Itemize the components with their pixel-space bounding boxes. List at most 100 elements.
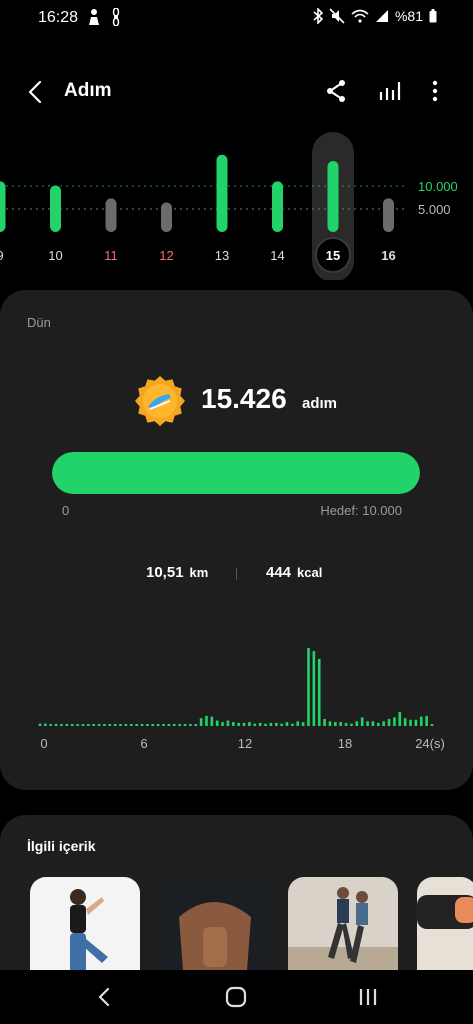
hour-bar — [237, 722, 240, 726]
day-label-10[interactable]: 10 — [48, 248, 62, 263]
day-label-16[interactable]: 16 — [381, 248, 395, 263]
hour-bar — [113, 724, 117, 726]
day-bar-13[interactable] — [216, 154, 228, 232]
hour-bar — [258, 722, 262, 726]
hour-bar — [178, 724, 181, 726]
hour-bar — [425, 715, 428, 726]
hour-bar — [60, 724, 63, 726]
nav-back-icon[interactable] — [92, 984, 118, 1010]
hour-bar — [344, 722, 348, 726]
hour-bar — [183, 724, 187, 726]
day-label-9[interactable]: 9 — [0, 248, 4, 263]
hour-bar — [387, 718, 391, 726]
hour-bar — [129, 724, 133, 726]
goal-axis-label: 10.000 — [418, 179, 458, 194]
hour-bar — [221, 722, 224, 726]
hour-bar — [398, 711, 402, 726]
hour-bar — [430, 724, 434, 726]
hour-bar — [172, 724, 176, 726]
nav-home-icon[interactable] — [223, 984, 249, 1010]
day-bar-9[interactable] — [0, 181, 6, 232]
hour-bar — [317, 658, 321, 726]
hour-axis-label: 0 — [40, 736, 47, 751]
goal-progress-bar — [52, 452, 420, 494]
hour-bar — [108, 724, 112, 726]
hour-bar — [124, 724, 128, 726]
hour-bar — [70, 724, 74, 726]
day-bar-12[interactable] — [161, 202, 172, 232]
hour-bar — [167, 724, 171, 726]
day-bar-15[interactable] — [327, 161, 339, 232]
hour-bar — [87, 724, 90, 726]
person-icon — [89, 9, 99, 25]
battery-percent: %81 — [394, 8, 423, 24]
day-label-12[interactable]: 12 — [159, 248, 173, 263]
hour-bar — [312, 651, 316, 726]
hour-bar — [296, 721, 300, 726]
day-bar-11[interactable] — [105, 198, 117, 232]
distance-metric: 10,51 km — [146, 564, 208, 581]
half-goal-axis-label: 5.000 — [418, 202, 451, 217]
hour-axis-label: 12 — [238, 736, 252, 751]
hour-bar — [339, 722, 343, 726]
battery-icon — [429, 9, 437, 23]
metric-divider — [236, 568, 237, 580]
hour-bar — [334, 722, 337, 726]
fan-icon — [112, 8, 120, 26]
day-label-14[interactable]: 14 — [270, 248, 284, 263]
hour-bar — [92, 724, 95, 726]
more-icon[interactable] — [426, 78, 444, 104]
day-bar-10[interactable] — [50, 185, 61, 232]
hour-axis-label: 24(s) — [415, 736, 445, 751]
distance-unit: km — [189, 565, 209, 580]
hour-bar — [291, 723, 294, 726]
share-icon[interactable] — [324, 78, 348, 104]
status-time: 16:28 — [38, 9, 79, 26]
stats-icon[interactable] — [378, 78, 402, 104]
hour-bar — [189, 724, 192, 726]
weekly-steps-chart[interactable]: 10.000 5.000 9 10 11 12 13 14 15 16 — [0, 128, 473, 280]
nav-recents-icon[interactable] — [355, 984, 381, 1010]
day-label: Dün — [27, 315, 51, 330]
back-icon[interactable] — [24, 78, 48, 106]
hour-bar — [360, 717, 364, 726]
day-bar-14[interactable] — [272, 181, 283, 232]
day-label-13[interactable]: 13 — [215, 248, 229, 263]
hour-bar — [54, 724, 58, 726]
hour-bar — [285, 722, 289, 726]
hour-bar — [307, 648, 310, 726]
steps-unit: adım — [302, 395, 338, 412]
hour-bar — [253, 723, 257, 726]
hour-bar — [328, 721, 332, 726]
hour-bar — [38, 723, 42, 726]
calories-value: 444 — [266, 564, 292, 581]
hour-bar — [264, 723, 267, 726]
hour-bar — [366, 721, 369, 726]
day-label-15[interactable]: 15 — [326, 248, 340, 263]
related-title: İlgili içerik — [27, 838, 96, 854]
hour-axis-label: 6 — [140, 736, 147, 751]
calories-metric: 444 kcal — [266, 564, 322, 581]
page-title: Adım — [64, 80, 112, 101]
hour-bar — [419, 716, 423, 726]
hour-bar — [323, 718, 326, 726]
hour-bar — [156, 724, 160, 726]
calories-unit: kcal — [297, 565, 323, 580]
hour-bar — [194, 724, 198, 726]
hour-bar — [210, 716, 214, 726]
distance-value: 10,51 — [146, 564, 184, 581]
day-label-11[interactable]: 11 — [104, 248, 118, 263]
hour-bar — [269, 722, 273, 726]
hour-bar — [162, 724, 165, 726]
wifi-icon — [351, 9, 369, 23]
navigation-bar — [0, 970, 473, 1024]
day-bar-16[interactable] — [383, 198, 394, 232]
achievement-badge-icon — [135, 376, 185, 426]
hour-bar — [140, 724, 144, 726]
goal-label: Hedef: 10.000 — [320, 503, 402, 518]
hour-bar — [49, 724, 53, 726]
hour-bar — [103, 724, 106, 726]
signal-icon — [375, 10, 388, 22]
hour-bar — [377, 722, 380, 726]
hour-bar — [97, 724, 101, 726]
